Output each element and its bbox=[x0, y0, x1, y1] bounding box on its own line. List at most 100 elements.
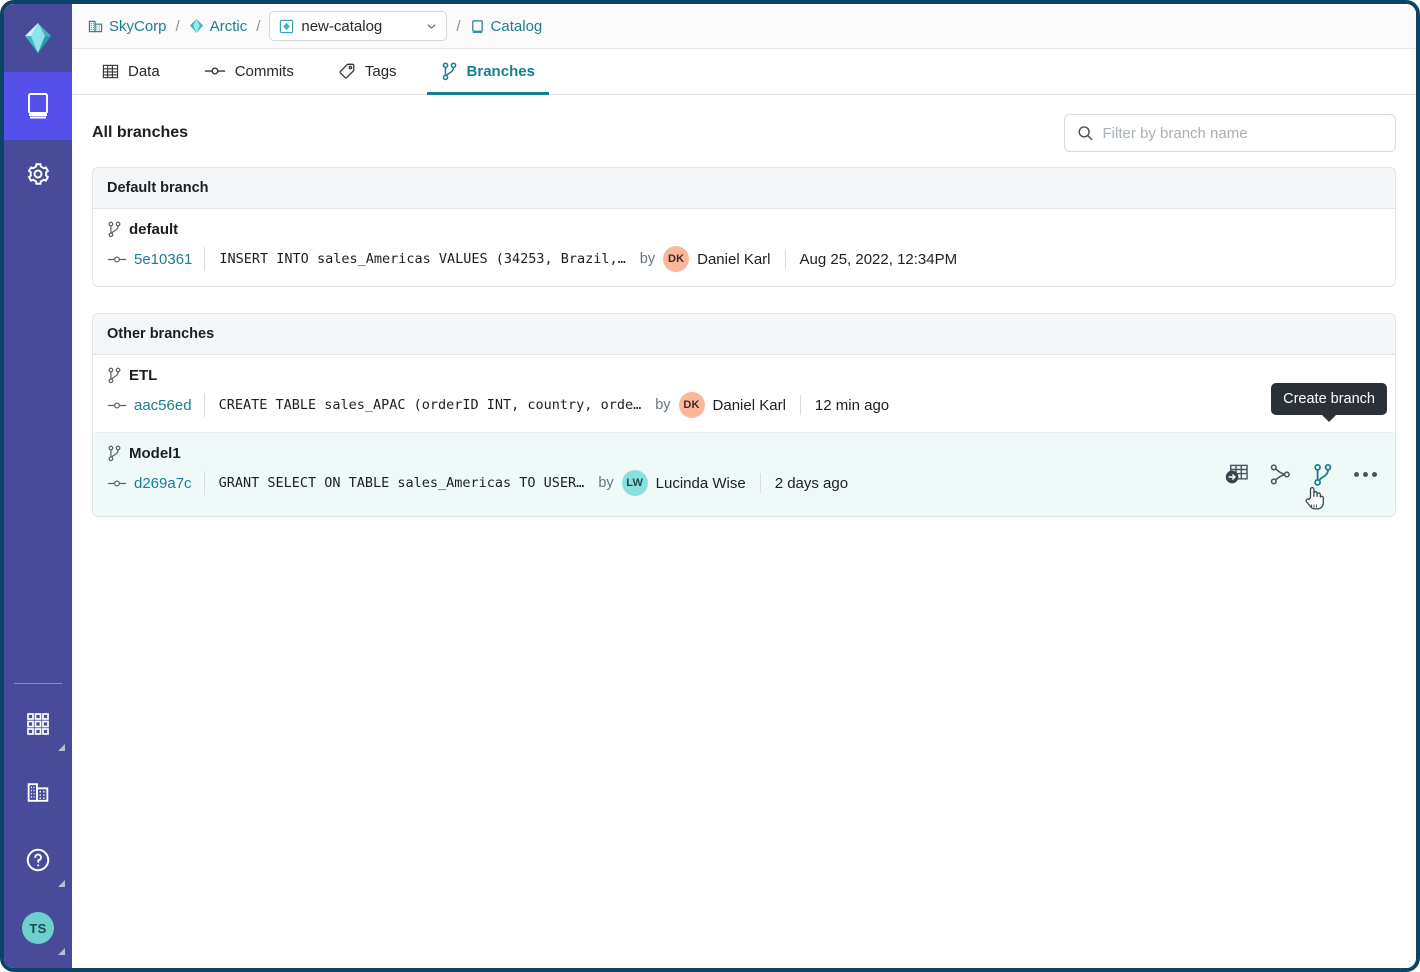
author-name: Lucinda Wise bbox=[656, 475, 746, 492]
branch-icon bbox=[441, 62, 458, 81]
row-actions bbox=[1224, 463, 1377, 487]
tab-branches[interactable]: Branches bbox=[427, 50, 549, 95]
by-label: by bbox=[640, 251, 655, 267]
commit-hash-link[interactable]: aac56ed bbox=[107, 397, 204, 414]
avatar: DK bbox=[679, 392, 705, 418]
sidebar-item-help[interactable] bbox=[4, 826, 72, 894]
search-icon bbox=[1077, 124, 1094, 142]
gear-icon bbox=[25, 161, 51, 187]
tab-tags[interactable]: Tags bbox=[324, 50, 411, 95]
branch-filter[interactable] bbox=[1064, 114, 1396, 152]
commit-time: 12 min ago bbox=[815, 397, 889, 414]
more-options-icon[interactable] bbox=[1354, 472, 1377, 477]
commit-line: aac56ed CREATE TABLE sales_APAC (orderID… bbox=[107, 392, 1381, 418]
merge-branch-icon bbox=[1269, 463, 1292, 486]
tag-icon bbox=[338, 62, 356, 80]
tab-label: Branches bbox=[467, 63, 535, 80]
go-to-data-icon bbox=[1224, 463, 1249, 486]
tooltip-label: Create branch bbox=[1283, 391, 1375, 407]
breadcrumb-product-label: Arctic bbox=[210, 18, 248, 35]
by-label: by bbox=[598, 475, 613, 491]
breadcrumb: SkyCorp / Arctic / new-catalog bbox=[72, 4, 1416, 49]
commit-message: GRANT SELECT ON TABLE sales_Americas TO … bbox=[205, 475, 585, 491]
sidebar-divider bbox=[14, 683, 62, 684]
table-row[interactable]: default 5e10361 INSERT INT bbox=[93, 209, 1395, 286]
catalog-book-icon bbox=[25, 92, 51, 120]
tab-commits[interactable]: Commits bbox=[190, 50, 308, 95]
author-name: Daniel Karl bbox=[697, 251, 770, 268]
search-input[interactable] bbox=[1103, 125, 1384, 142]
breadcrumb-leaf[interactable]: Catalog bbox=[470, 18, 543, 35]
breadcrumb-org-label: SkyCorp bbox=[109, 18, 167, 35]
commit-message: CREATE TABLE sales_APAC (orderID INT, co… bbox=[205, 397, 642, 413]
commit-hash-link[interactable]: 5e10361 bbox=[107, 251, 204, 268]
breadcrumb-separator: / bbox=[456, 18, 460, 35]
catalog-select-value: new-catalog bbox=[301, 18, 382, 35]
breadcrumb-product[interactable]: Arctic bbox=[189, 18, 248, 35]
sidebar-item-iceberg-logo[interactable] bbox=[4, 4, 72, 72]
branch-name-line: Model1 bbox=[107, 445, 1381, 462]
divider bbox=[785, 249, 786, 269]
sidebar-item-settings[interactable] bbox=[4, 140, 72, 208]
main-area: SkyCorp / Arctic / new-catalog bbox=[72, 4, 1416, 968]
catalog-select[interactable]: new-catalog bbox=[269, 11, 447, 41]
commit-line: d269a7c GRANT SELECT ON TABLE sales_Amer… bbox=[107, 470, 1381, 496]
go-to-data-icon[interactable] bbox=[1224, 463, 1249, 486]
commit-node-icon bbox=[107, 477, 127, 490]
group-header: Default branch bbox=[93, 168, 1395, 209]
merge-branch-icon[interactable] bbox=[1269, 463, 1292, 486]
chevron-down-icon bbox=[425, 20, 438, 33]
author-name: Daniel Karl bbox=[713, 397, 786, 414]
sidebar-item-user-avatar[interactable]: TS bbox=[4, 894, 72, 962]
table-row[interactable]: Model1 d269a7c GRANT SELEC bbox=[93, 433, 1395, 516]
catalog-icon bbox=[279, 19, 294, 34]
group-card: Other branches ETL bbox=[92, 313, 1396, 517]
commit-line: 5e10361 INSERT INTO sales_Americas VALUE… bbox=[107, 246, 1381, 272]
branch-name: ETL bbox=[129, 367, 157, 384]
mouse-cursor bbox=[1303, 485, 1325, 516]
tab-label: Tags bbox=[365, 63, 397, 80]
sidebar-expand-corner bbox=[58, 880, 65, 887]
table-grid-icon bbox=[102, 63, 119, 80]
branches-content: All branches Default branch bbox=[72, 95, 1416, 968]
branch-name: Model1 bbox=[129, 445, 181, 462]
iceberg-icon bbox=[189, 18, 204, 34]
organization-icon bbox=[88, 19, 103, 34]
branch-details: ETL aac56ed CREATE TABLE s bbox=[107, 367, 1381, 418]
breadcrumb-separator: / bbox=[176, 18, 180, 35]
commit-node-icon bbox=[107, 253, 127, 266]
sidebar-item-organization[interactable] bbox=[4, 758, 72, 826]
create-branch-icon[interactable] bbox=[1312, 463, 1334, 487]
breadcrumb-separator: / bbox=[256, 18, 260, 35]
branch-icon bbox=[107, 445, 122, 462]
breadcrumb-org[interactable]: SkyCorp bbox=[88, 18, 167, 35]
commit-node-icon bbox=[204, 63, 226, 79]
divider bbox=[800, 395, 801, 415]
tab-data[interactable]: Data bbox=[88, 50, 174, 95]
branch-group-other: Other branches ETL bbox=[92, 313, 1396, 517]
group-header: Other branches bbox=[93, 314, 1395, 355]
commit-hash-link[interactable]: d269a7c bbox=[107, 475, 204, 492]
help-icon bbox=[24, 846, 52, 874]
app-window: TS SkyCorp / Arctic / bbox=[0, 0, 1420, 972]
branch-name-line: default bbox=[107, 221, 1381, 238]
commit-hash: 5e10361 bbox=[134, 251, 192, 268]
catalog-book-icon bbox=[470, 19, 485, 34]
commit-node-icon bbox=[107, 399, 127, 412]
sidebar-item-catalog[interactable] bbox=[4, 72, 72, 140]
commit-message: INSERT INTO sales_Americas VALUES (34253… bbox=[205, 251, 625, 267]
branch-group-default: Default branch default bbox=[92, 167, 1396, 287]
pointer-hand-icon bbox=[1303, 485, 1325, 511]
group-card: Default branch default bbox=[92, 167, 1396, 287]
iceberg-logo-icon bbox=[21, 21, 55, 55]
branch-details: default 5e10361 INSERT INT bbox=[107, 221, 1381, 272]
grid-apps-icon bbox=[24, 710, 52, 738]
commit-hash: aac56ed bbox=[134, 397, 192, 414]
branch-name-line: ETL bbox=[107, 367, 1381, 384]
branch-icon bbox=[107, 221, 122, 238]
commit-hash: d269a7c bbox=[134, 475, 192, 492]
sidebar: TS bbox=[4, 4, 72, 968]
table-row[interactable]: ETL aac56ed CREATE TABLE s bbox=[93, 355, 1395, 433]
sidebar-item-apps[interactable] bbox=[4, 690, 72, 758]
breadcrumb-leaf-label: Catalog bbox=[491, 18, 543, 35]
